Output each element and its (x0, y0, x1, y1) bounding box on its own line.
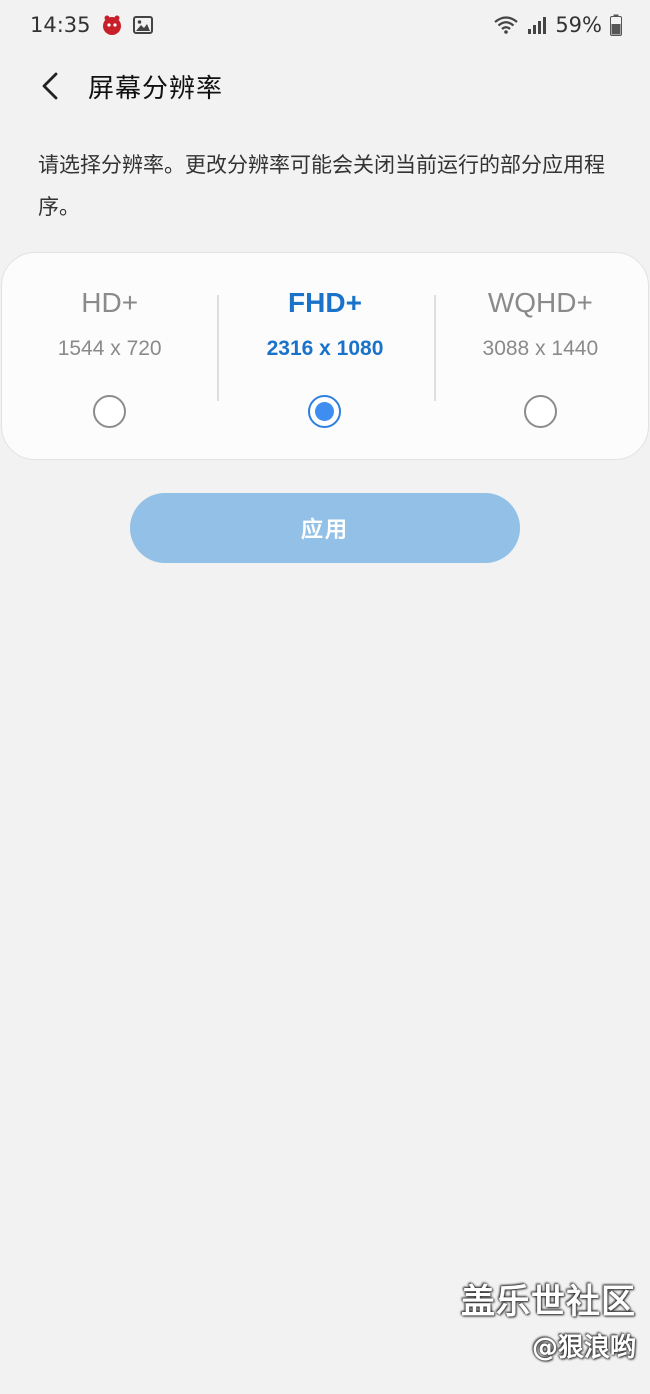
battery-icon (610, 14, 622, 36)
resolution-value: 2316 x 1080 (266, 337, 384, 360)
wifi-icon (493, 15, 519, 35)
status-time: 14:35 (30, 13, 91, 37)
back-button[interactable] (20, 56, 80, 116)
radio-button-wqhd[interactable] (523, 395, 557, 428)
radio-button-hd[interactable] (93, 395, 127, 428)
app-header: 屏幕分辨率 (0, 56, 650, 116)
resolution-name: HD+ (81, 287, 139, 318)
resolution-option-fhd[interactable]: FHD+ 2316 x 1080 (217, 253, 432, 459)
antutu-icon (101, 14, 123, 36)
resolution-name: FHD+ (288, 287, 362, 318)
resolution-value: 3088 x 1440 (482, 337, 599, 360)
battery-percent: 59% (555, 13, 602, 37)
radio-selected-dot (315, 402, 335, 421)
resolution-option-hd[interactable]: HD+ 1544 x 720 (2, 253, 217, 459)
radio-button-fhd[interactable] (308, 395, 342, 428)
status-right: 59% (493, 13, 622, 37)
status-bar: 14:35 59% (0, 0, 650, 50)
page-title: 屏幕分辨率 (88, 73, 224, 104)
gallery-icon (132, 16, 153, 34)
signal-icon (527, 15, 547, 35)
watermark-community: 盖乐世社区 (461, 1282, 636, 1322)
watermark: 盖乐世社区 @狠浪哟 (461, 1274, 636, 1364)
watermark-author: @狠浪哟 (531, 1333, 636, 1363)
status-left: 14:35 (30, 13, 153, 37)
resolution-name: WQHD+ (487, 287, 593, 318)
description-text: 请选择分辨率。更改分辨率可能会关闭当前运行的部分应用程序。 (38, 153, 605, 219)
back-arrow-icon (42, 72, 58, 100)
resolution-selector: HD+ 1544 x 720 FHD+ 2316 x 1080 WQHD+ 30… (1, 252, 649, 460)
apply-button[interactable]: 应用 (130, 493, 520, 563)
resolution-value: 1544 x 720 (57, 337, 162, 360)
resolution-option-wqhd[interactable]: WQHD+ 3088 x 1440 (433, 253, 648, 459)
